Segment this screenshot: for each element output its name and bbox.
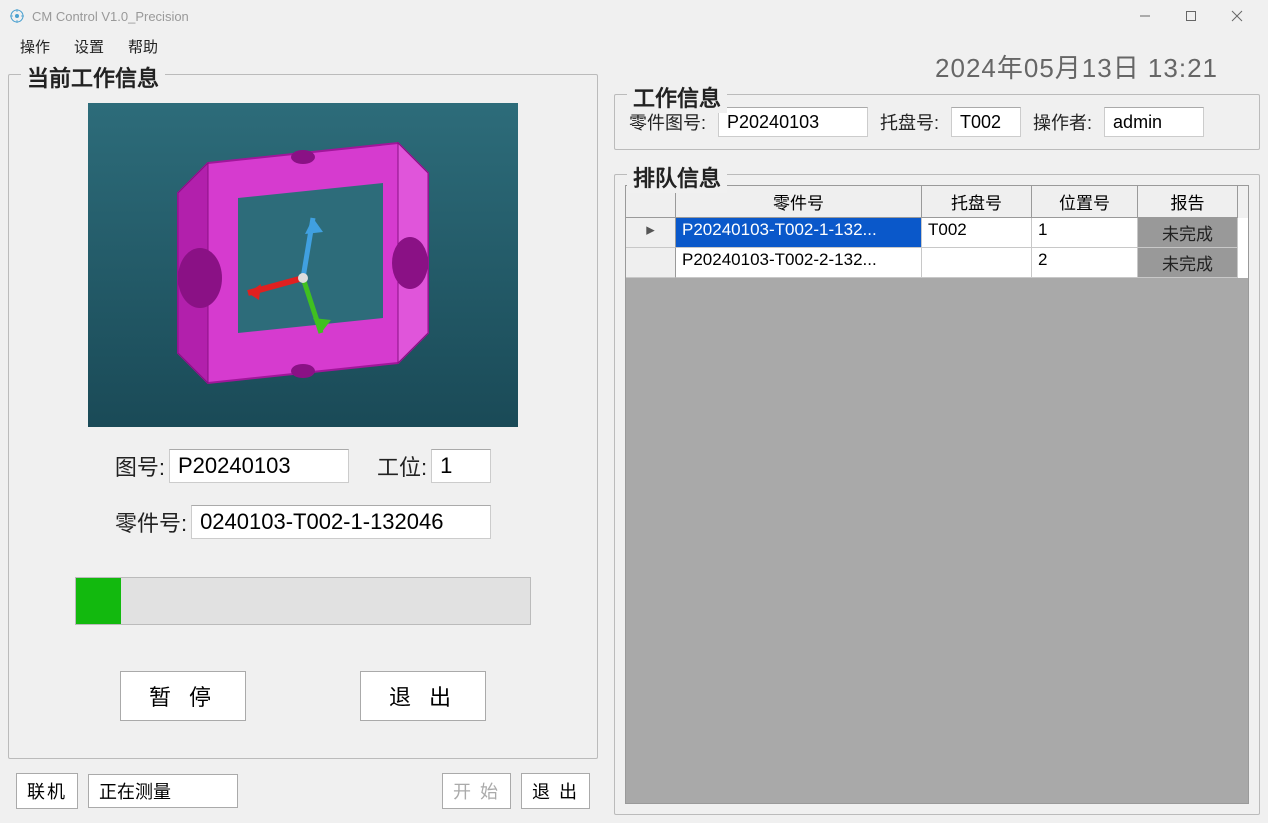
menu-operate[interactable]: 操作 [20, 36, 50, 57]
wi-tray-value[interactable]: T002 [951, 107, 1021, 137]
wi-operator-label: 操作者: [1033, 109, 1092, 135]
pause-button[interactable]: 暂 停 [120, 671, 246, 721]
window-controls [1122, 0, 1260, 32]
menu-settings[interactable]: 设置 [74, 36, 104, 57]
start-button: 开 始 [442, 773, 511, 809]
current-work-title: 当前工作信息 [21, 61, 165, 93]
queue-grid[interactable]: 零件号 托盘号 位置号 报告 ▸ P20240103-T002-1-132...… [625, 185, 1249, 804]
grid-header-tray[interactable]: 托盘号 [922, 186, 1032, 218]
cell-report[interactable]: 未完成 [1138, 248, 1238, 278]
row-indicator [626, 248, 676, 278]
grid-header-pos[interactable]: 位置号 [1032, 186, 1138, 218]
datetime-display: 2024年05月13日 13:21 [935, 48, 1218, 85]
app-icon [8, 7, 26, 25]
connect-button[interactable]: 联机 [16, 773, 78, 809]
model-viewer[interactable] [88, 103, 518, 427]
cell-pos[interactable]: 1 [1032, 218, 1138, 248]
part-label: 零件号: [115, 506, 187, 538]
station-value[interactable]: 1 [431, 449, 491, 483]
exit-button-inner[interactable]: 退 出 [360, 671, 486, 721]
cell-pos[interactable]: 2 [1032, 248, 1138, 278]
station-label: 工位: [377, 450, 427, 482]
cell-tray[interactable]: T002 [922, 218, 1032, 248]
queue-group: 排队信息 零件号 托盘号 位置号 报告 ▸ P20240103-T002-1-1… [614, 174, 1260, 815]
cell-report[interactable]: 未完成 [1138, 218, 1238, 248]
table-row[interactable]: ▸ P20240103-T002-1-132... T002 1 未完成 [626, 218, 1248, 248]
maximize-button[interactable] [1168, 0, 1214, 32]
close-button[interactable] [1214, 0, 1260, 32]
status-display: 正在测量 [88, 774, 238, 808]
cell-tray[interactable] [922, 248, 1032, 278]
cell-part[interactable]: P20240103-T002-2-132... [676, 248, 922, 278]
titlebar: CM Control V1.0_Precision [0, 0, 1268, 32]
current-work-group: 当前工作信息 [8, 74, 598, 759]
menu-help[interactable]: 帮助 [128, 36, 158, 57]
grid-header-report[interactable]: 报告 [1138, 186, 1238, 218]
progress-bar [75, 577, 531, 625]
wi-drawing-value[interactable]: P20240103 [718, 107, 868, 137]
queue-title: 排队信息 [627, 161, 727, 193]
bottom-bar: 联机 正在测量 开 始 退 出 [8, 767, 598, 815]
exit-button-outer[interactable]: 退 出 [521, 773, 590, 809]
drawing-label: 图号: [115, 450, 165, 482]
minimize-button[interactable] [1122, 0, 1168, 32]
window-title: CM Control V1.0_Precision [32, 9, 1122, 24]
cell-part[interactable]: P20240103-T002-1-132... [676, 218, 922, 248]
progress-fill [76, 578, 121, 624]
work-info-title: 工作信息 [627, 81, 727, 113]
drawing-value[interactable]: P20240103 [169, 449, 349, 483]
part-value[interactable]: 0240103-T002-1-132046 [191, 505, 491, 539]
table-row[interactable]: P20240103-T002-2-132... 2 未完成 [626, 248, 1248, 278]
wi-tray-label: 托盘号: [880, 109, 939, 135]
row-indicator: ▸ [626, 218, 676, 248]
wi-operator-value[interactable]: admin [1104, 107, 1204, 137]
work-info-group: 工作信息 零件图号: P20240103 托盘号: T002 操作者: admi… [614, 94, 1260, 150]
